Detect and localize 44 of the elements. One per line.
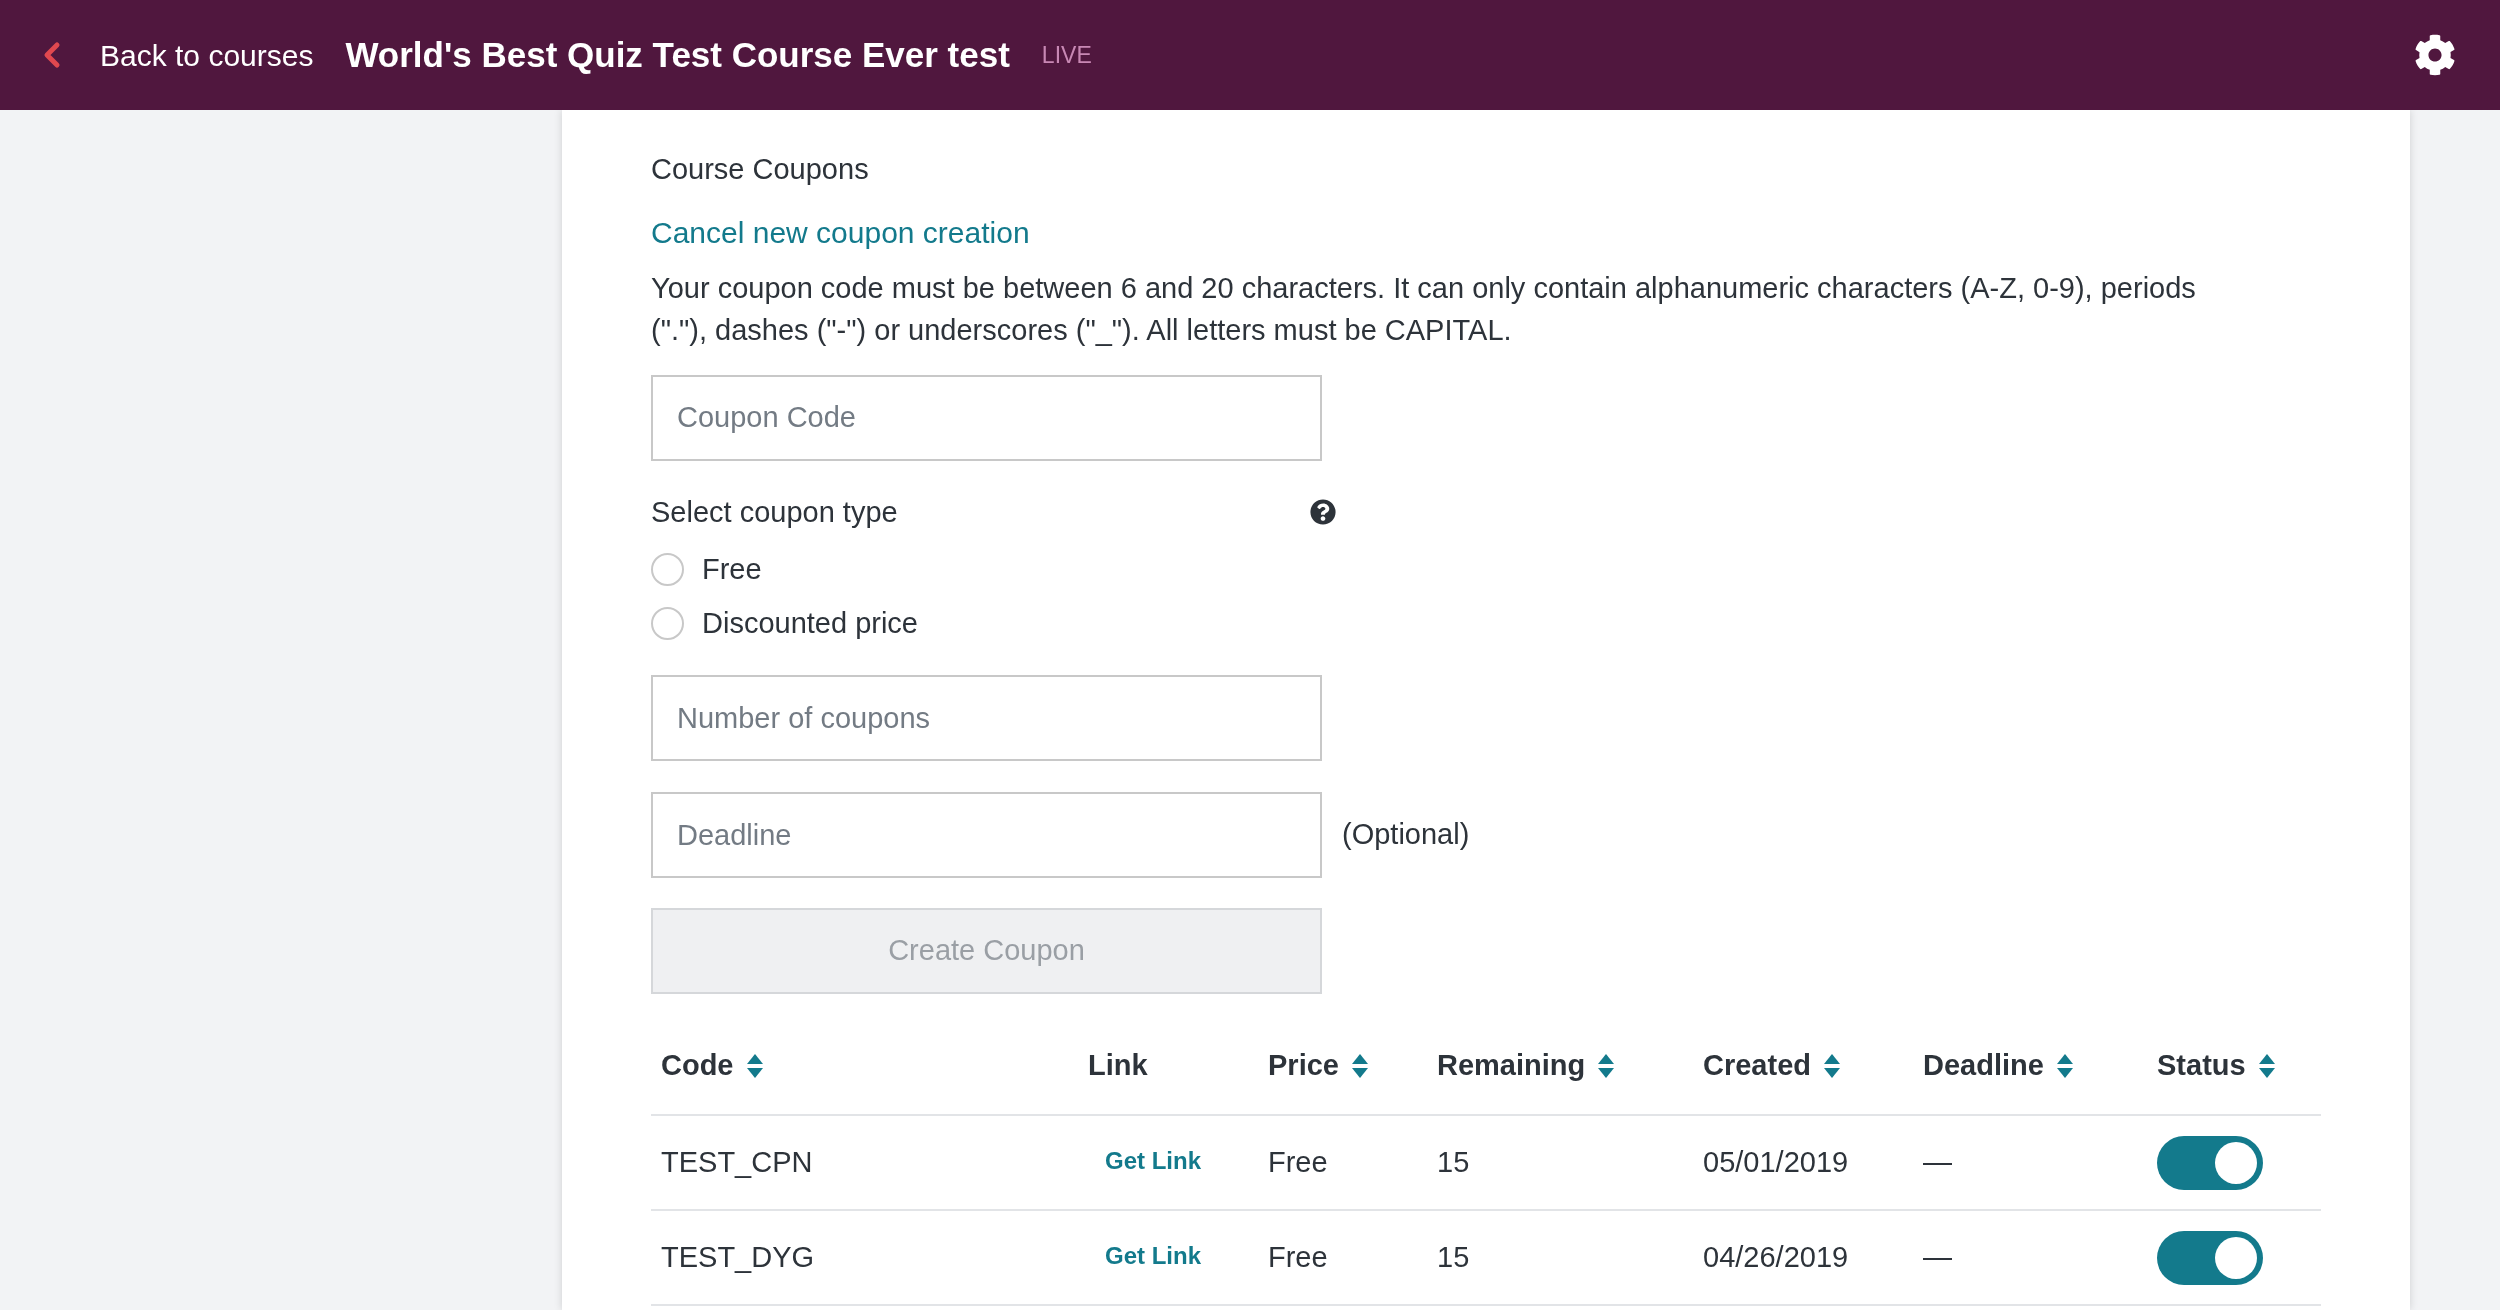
radio-option[interactable]: Discounted price bbox=[651, 601, 918, 645]
input-field[interactable]: Coupon Code bbox=[651, 374, 1322, 461]
get-link[interactable]: Get Link bbox=[1105, 1237, 1201, 1274]
column-header[interactable]: Remaining bbox=[1437, 1044, 1586, 1088]
remaining-cell-text: 15 bbox=[1436, 1144, 1471, 1180]
status-toggle[interactable] bbox=[2157, 1230, 2263, 1285]
radio-button[interactable] bbox=[651, 606, 684, 640]
column-header[interactable]: Price bbox=[1268, 1044, 1339, 1088]
column-header[interactable]: Deadline bbox=[1923, 1044, 2044, 1088]
input-field[interactable]: Deadline bbox=[651, 792, 1322, 878]
sort-icon[interactable] bbox=[1597, 1052, 1616, 1079]
help-icon[interactable] bbox=[1310, 499, 1336, 526]
status-label: LIVE bbox=[1041, 40, 1092, 70]
deadline-cell-text: — bbox=[1922, 1239, 1953, 1275]
sort-icon[interactable] bbox=[745, 1052, 764, 1079]
input-field[interactable]: Number of coupons bbox=[651, 675, 1322, 761]
price-cell-text: Free bbox=[1267, 1239, 1329, 1275]
sort-icon[interactable] bbox=[1350, 1052, 1369, 1079]
price-cell-text: Free bbox=[1267, 1144, 1329, 1180]
remaining-cell-text: 15 bbox=[1436, 1239, 1471, 1275]
section-title: Course Coupons bbox=[651, 152, 870, 187]
column-header[interactable]: Created bbox=[1703, 1044, 1811, 1088]
course-title: World's Best Quiz Test Course Ever test bbox=[345, 33, 1010, 76]
column-header[interactable]: Status bbox=[2157, 1044, 2246, 1088]
radio-button[interactable] bbox=[651, 553, 684, 587]
sort-icon[interactable] bbox=[2055, 1052, 2074, 1079]
status-toggle[interactable] bbox=[2157, 1135, 2263, 1190]
code-cell-text: TEST_CPN bbox=[660, 1144, 814, 1180]
column-header: Link bbox=[1088, 1048, 1148, 1083]
coupon-type-label: Select coupon type bbox=[651, 494, 898, 530]
back-link[interactable]: Back to courses bbox=[32, 32, 314, 78]
radio-option[interactable]: Free bbox=[651, 548, 762, 592]
get-link[interactable]: Get Link bbox=[1105, 1142, 1201, 1179]
settings-icon[interactable] bbox=[2414, 34, 2456, 76]
coupon-rules-text: Your coupon code must be between 6 and 20 characters. It can only contain alphanumeric characters (A-Z, 0-9), periods ("."), dashes ("-") or underscores ("_"). All letters must be CAPITAL. bbox=[651, 270, 2197, 348]
created-cell-text: 05/01/2019 bbox=[1702, 1144, 1850, 1180]
code-cell-text: TEST_DYG bbox=[660, 1239, 816, 1275]
created-cell-text: 04/26/2019 bbox=[1702, 1239, 1850, 1275]
optional-note: (Optional) bbox=[1342, 817, 1470, 853]
cancel-link[interactable]: Cancel new coupon creation bbox=[651, 209, 1030, 255]
sort-icon[interactable] bbox=[2257, 1052, 2276, 1079]
deadline-cell-text: — bbox=[1922, 1144, 1953, 1180]
column-header[interactable]: Code bbox=[661, 1044, 734, 1088]
sort-icon[interactable] bbox=[1823, 1052, 1841, 1079]
